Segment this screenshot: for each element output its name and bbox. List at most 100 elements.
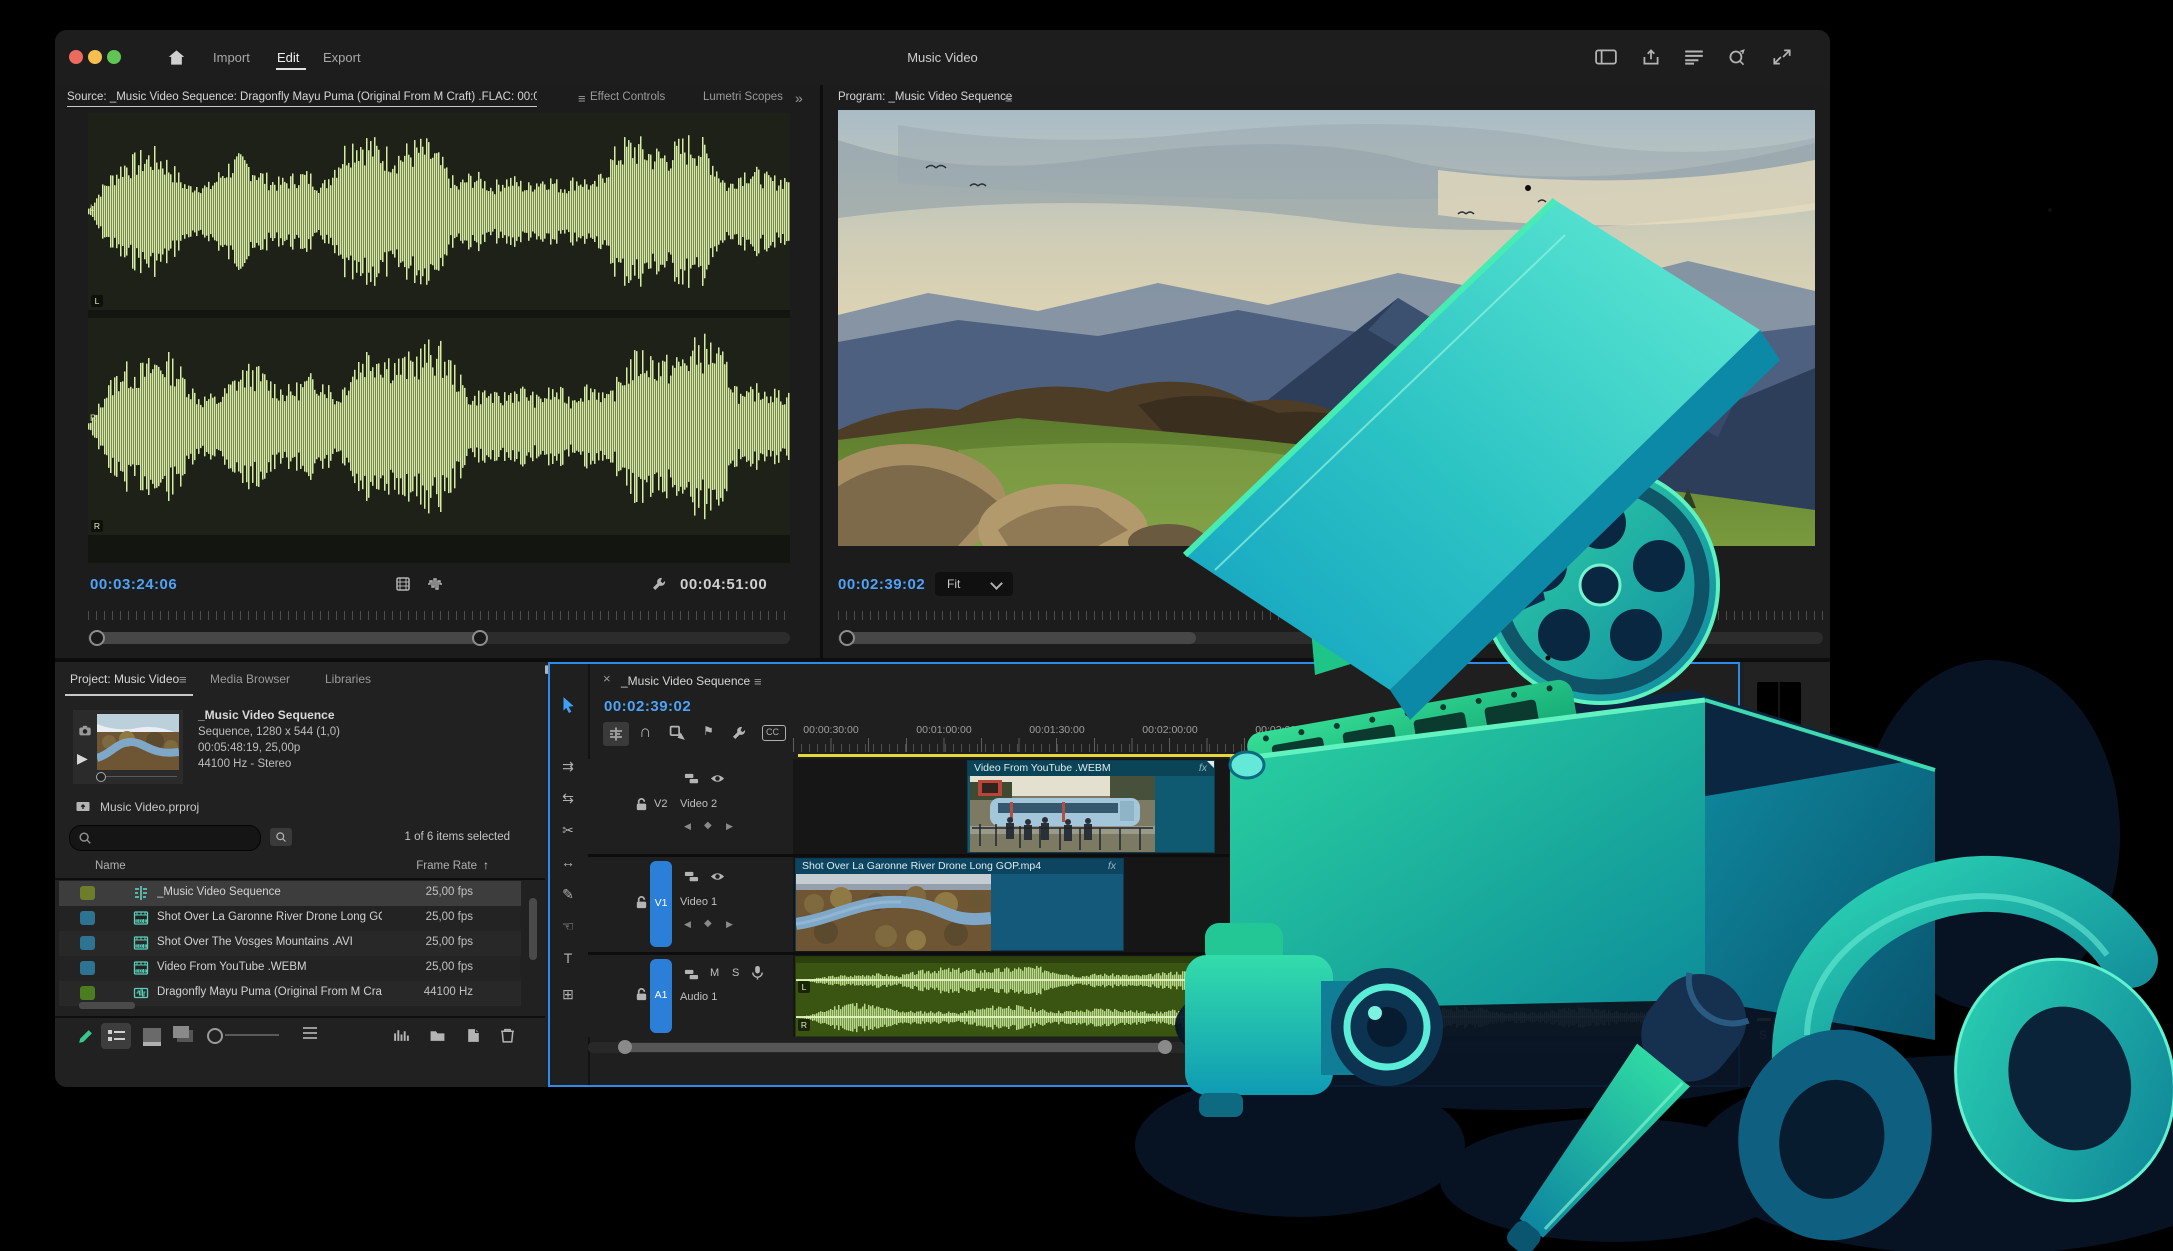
vertical-scroll-handle[interactable] <box>1712 936 1721 996</box>
razor-tool[interactable]: ✂ <box>553 822 583 839</box>
program-zoom-region[interactable] <box>846 632 1196 644</box>
source-display-mode-icon[interactable] <box>395 576 411 592</box>
label-chip[interactable] <box>80 986 95 1000</box>
program-monitor-frame[interactable] <box>838 110 1815 546</box>
program-current-timecode[interactable]: 00:02:39:02 <box>838 576 925 593</box>
project-horizontal-scrollbar[interactable] <box>79 1002 135 1009</box>
timeline-ruler[interactable]: 00:00:30:00 00:01:00:00 00:01:30:00 00:0… <box>793 720 1738 754</box>
program-tab[interactable]: Program: _Music Video Sequence <box>838 91 1012 103</box>
track-header-a1[interactable]: A1 M S Audio 1 <box>588 955 793 1037</box>
source-tab[interactable]: Source: _Music Video Sequence: Dragonfly… <box>67 91 537 107</box>
hand-tool[interactable]: ☜ <box>553 918 583 935</box>
sync-lock-icon[interactable] <box>684 869 699 884</box>
snap-magnet-icon[interactable]: ∩ <box>639 722 651 742</box>
timeline-settings-wrench-icon[interactable] <box>731 725 747 741</box>
tab-lumetri-scopes[interactable]: Lumetri Scopes <box>703 91 783 103</box>
sort-options-icon[interactable] <box>303 1027 317 1029</box>
mute-button[interactable]: M <box>710 967 719 979</box>
panel-layout-icon[interactable] <box>1595 48 1617 66</box>
project-writable-icon[interactable] <box>77 1028 94 1045</box>
timeline-tab[interactable]: _Music Video Sequence <box>621 674 750 688</box>
timeline-vertical-scrollbar[interactable] <box>1712 934 1721 1034</box>
pen-tool[interactable]: ✎ <box>553 886 583 903</box>
track-id-v2[interactable]: V2 <box>654 798 667 810</box>
preview-scrub-track[interactable] <box>99 776 177 777</box>
source-settings-wrench-icon[interactable] <box>651 576 667 592</box>
track-name-v2[interactable]: Video 2 <box>680 798 717 810</box>
type-tool[interactable]: T <box>553 950 583 966</box>
source-current-timecode[interactable]: 00:03:24:06 <box>90 576 177 593</box>
project-root-folder-icon[interactable] <box>75 798 91 814</box>
search-input[interactable] <box>69 825 261 851</box>
timeline-add-marker-icon[interactable]: ⚑ <box>703 724 714 738</box>
sync-lock-icon[interactable] <box>684 771 699 786</box>
keyframe-add-icon[interactable]: ◆ <box>704 918 712 929</box>
source-audio-waveform-icon[interactable] <box>427 576 443 592</box>
column-header-frame-rate[interactable]: Frame Rate <box>395 860 477 872</box>
project-file-name[interactable]: Music Video.prproj <box>100 800 199 814</box>
clip-audio-dragonfly[interactable]: L R <box>795 956 1738 1037</box>
keyframe-next-icon[interactable]: ▶ <box>726 919 733 930</box>
tab-libraries[interactable]: Libraries <box>325 672 371 686</box>
freeform-view-button[interactable] <box>173 1026 189 1038</box>
track-name-a1[interactable]: Audio 1 <box>680 991 717 1003</box>
new-item-icon[interactable] <box>465 1027 482 1044</box>
track-header-v1[interactable]: V1 Video 1 ◀ ◆ ▶ <box>588 857 793 952</box>
project-row-video[interactable]: Shot Over The Vosges Mountains .AVI 25,0… <box>59 931 521 956</box>
keyframe-prev-icon[interactable]: ◀ <box>684 821 691 832</box>
scrollbar-handle-right[interactable] <box>1158 1040 1172 1054</box>
track-select-tool[interactable]: ⇉ <box>553 758 583 775</box>
eye-toggle-icon[interactable] <box>710 771 725 786</box>
project-preview-thumbnail[interactable]: ▶ <box>73 710 183 784</box>
program-time-ruler[interactable] <box>838 603 1823 623</box>
keyframe-add-icon[interactable]: ◆ <box>704 820 712 831</box>
list-view-button[interactable] <box>101 1023 131 1049</box>
delete-icon[interactable] <box>499 1027 516 1044</box>
scrollbar-handle-left[interactable] <box>618 1040 632 1054</box>
column-header-name[interactable]: Name <box>95 860 126 872</box>
preview-play-icon[interactable]: ▶ <box>77 750 88 767</box>
meter-solo-left[interactable]: S <box>1759 1028 1767 1042</box>
clip-video-from-youtube[interactable]: Video From YouTube .WEBM fx <box>967 760 1215 853</box>
keyframe-prev-icon[interactable]: ◀ <box>684 919 691 930</box>
source-zoom-scrollbar[interactable] <box>88 632 790 644</box>
search-filter-button[interactable] <box>270 828 292 846</box>
linked-selection-icon[interactable] <box>669 725 686 742</box>
program-panel-menu-icon[interactable]: ≡ <box>1005 91 1013 106</box>
lock-icon[interactable] <box>634 797 649 812</box>
program-zoom-scrollbar[interactable] <box>838 632 1823 644</box>
project-row-sequence[interactable]: _Music Video Sequence 25,00 fps <box>59 881 521 906</box>
project-row-video[interactable]: Shot Over La Garonne River Drone Long GO… <box>59 906 521 931</box>
program-zoom-select[interactable]: Fit <box>935 572 1013 596</box>
source-time-ruler[interactable] <box>88 603 790 623</box>
slip-tool[interactable]: ↔ <box>553 854 583 870</box>
add-panel-button[interactable]: ⊞ <box>553 986 583 1003</box>
workspaces-icon[interactable] <box>1683 48 1705 66</box>
source-waveform-area[interactable]: L L R R <box>88 113 790 563</box>
tab-media-browser[interactable]: Media Browser <box>210 672 290 686</box>
source-zoom-handle-left[interactable] <box>89 630 105 646</box>
preview-scrub-handle[interactable] <box>96 772 106 782</box>
eye-toggle-icon[interactable] <box>710 869 725 884</box>
fullscreen-icon[interactable] <box>1771 48 1793 66</box>
label-chip[interactable] <box>80 886 95 900</box>
label-chip[interactable] <box>80 936 95 950</box>
track-target-a1[interactable]: A1 <box>650 959 672 1033</box>
source-zoom-region[interactable] <box>96 632 479 644</box>
zoom-slider-track[interactable] <box>225 1034 279 1036</box>
track-header-v2[interactable]: V2 Video 2 ◀ ◆ ▶ <box>588 759 793 854</box>
solo-button[interactable]: S <box>732 967 739 979</box>
sync-lock-icon[interactable] <box>684 967 699 982</box>
ripple-edit-tool[interactable]: ⇆ <box>553 790 583 807</box>
zoom-slider-handle[interactable] <box>207 1028 223 1044</box>
source-panel-menu-icon[interactable]: ≡ <box>578 91 586 106</box>
preview-camera-icon[interactable] <box>78 724 92 738</box>
project-vertical-scrollbar[interactable] <box>529 898 537 960</box>
icon-view-button[interactable] <box>143 1028 161 1046</box>
new-bin-icon[interactable] <box>429 1027 446 1044</box>
source-zoom-handle-right[interactable] <box>472 630 488 646</box>
clip-shot-over-la-garonne[interactable]: Shot Over La Garonne River Drone Long GO… <box>795 858 1124 951</box>
lock-icon[interactable] <box>634 895 649 910</box>
automate-to-sequence-icon[interactable] <box>393 1027 410 1044</box>
tab-effect-controls[interactable]: Effect Controls <box>590 91 665 103</box>
